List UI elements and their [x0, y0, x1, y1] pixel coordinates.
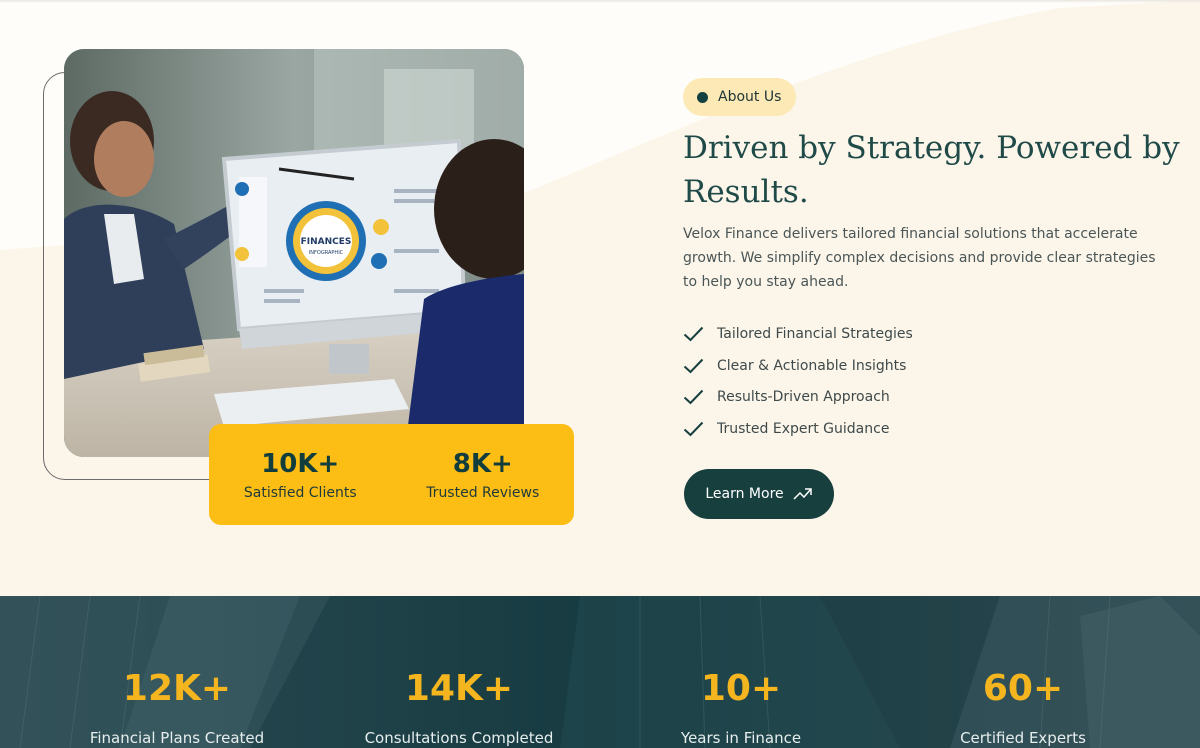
learn-more-label: Learn More	[705, 486, 784, 502]
counter-value: 10+	[700, 668, 782, 709]
stat-label: Trusted Reviews	[426, 484, 540, 501]
feature-list: Tailored Financial Strategies Clear & Ac…	[683, 318, 913, 445]
counter-label: Years in Finance	[680, 729, 802, 747]
feature-label: Clear & Actionable Insights	[717, 357, 907, 374]
check-icon	[683, 390, 704, 405]
feature-item: Trusted Expert Guidance	[683, 413, 913, 445]
counter-label: Certified Experts	[960, 729, 1086, 747]
finance-consultation-photo: FINANCES INFOGRAPHIC	[64, 49, 524, 457]
feature-item: Clear & Actionable Insights	[683, 350, 913, 382]
header-shadow	[0, 0, 1200, 3]
stat-label: Satisfied Clients	[243, 484, 357, 501]
stat-value: 8K+	[452, 448, 513, 479]
about-section-page: FINANCES INFOGRAPHIC 10K+ Satisfied Clie…	[0, 0, 1200, 748]
feature-item: Tailored Financial Strategies	[683, 318, 913, 350]
satisfied-clients-stat: 10K+ Satisfied Clients	[209, 424, 392, 525]
counters-band: 12K+ Financial Plans Created 14K+ Consul…	[0, 596, 1200, 748]
client-stats-card: 10K+ Satisfied Clients 8K+ Trusted Revie…	[209, 424, 574, 525]
counter-value: 14K+	[404, 668, 514, 709]
badge-dot-icon	[697, 91, 708, 103]
feature-label: Results-Driven Approach	[717, 389, 890, 406]
feature-item: Results-Driven Approach	[683, 381, 913, 413]
check-icon	[683, 421, 704, 437]
counter-label: Financial Plans Created	[89, 729, 265, 747]
stat-value: 10K+	[261, 448, 340, 479]
counter-label: Consultations Completed	[364, 729, 554, 747]
trusted-reviews-stat: 8K+ Trusted Reviews	[392, 424, 575, 525]
badge-label: About Us	[718, 89, 782, 105]
screen-finances-text: FINANCES	[301, 237, 352, 247]
section-headline: Driven by Strategy. Powered by Results.	[683, 130, 1180, 210]
about-us-badge: About Us	[683, 78, 797, 116]
counter-value: 12K+	[122, 668, 232, 709]
section-description: Velox Finance delivers tailored financia…	[683, 226, 1156, 290]
check-icon	[683, 326, 704, 342]
learn-more-button[interactable]: Learn More	[684, 469, 834, 519]
feature-label: Tailored Financial Strategies	[717, 325, 913, 342]
trending-up-arrow-icon	[793, 488, 812, 500]
check-icon	[683, 358, 704, 373]
feature-label: Trusted Expert Guidance	[717, 420, 890, 437]
counter-value: 60+	[982, 668, 1064, 709]
screen-infographic-text: INFOGRAPHIC	[309, 250, 344, 256]
